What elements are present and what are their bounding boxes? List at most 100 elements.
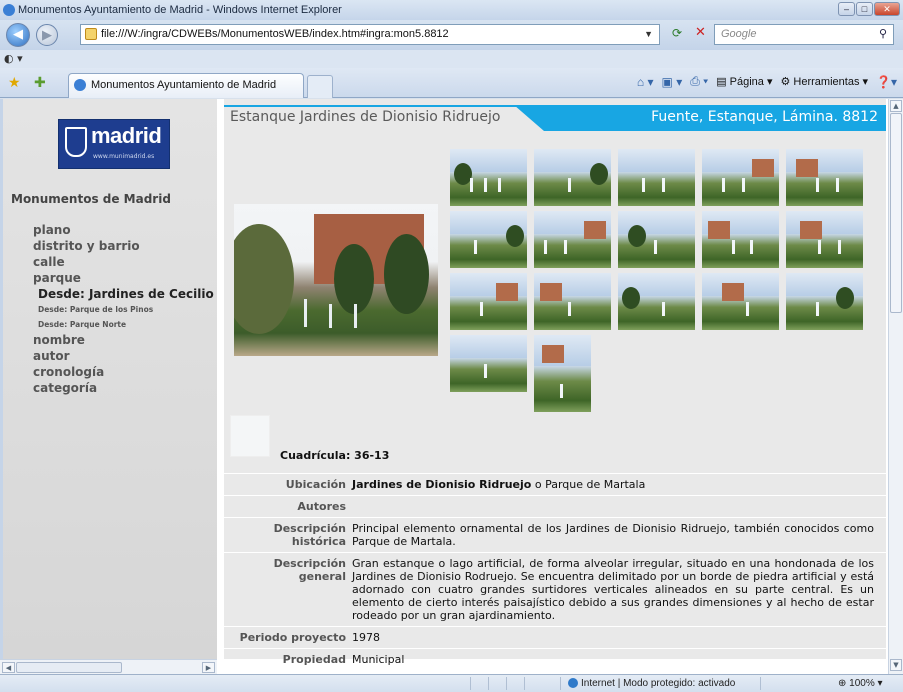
tab-bar: ★ ✚ Monumentos Ayuntamiento de Madrid ⌂ … — [0, 68, 903, 98]
tools-menu[interactable]: ⚙ Herramientas ▾ — [781, 75, 869, 88]
gallery-thumb[interactable] — [450, 273, 527, 330]
tab-monumentos[interactable]: Monumentos Ayuntamiento de Madrid — [68, 73, 304, 98]
addon-icon[interactable]: ◐ ▾ — [4, 52, 23, 65]
scroll-left-icon[interactable]: ◀ — [2, 662, 15, 673]
address-dropdown-icon[interactable]: ▼ — [644, 25, 653, 44]
window-title: Monumentos Ayuntamiento de Madrid - Wind… — [18, 4, 342, 16]
nav-item-cronologia[interactable]: cronología — [33, 364, 215, 380]
details-row-autores: Autores — [224, 495, 886, 517]
gallery-thumb[interactable] — [786, 273, 863, 330]
monument-title: Estanque Jardines de Dionisio Ridruejo — [230, 109, 501, 125]
ie-tab-icon — [74, 79, 86, 91]
scroll-thumb[interactable] — [890, 113, 902, 313]
address-text: file:///W:/ingra/CDWEBs/MonumentosWEB/in… — [101, 28, 449, 40]
addon-toolbar: ◐ ▾ — [0, 50, 903, 68]
details-row-historica: Descripción histórica Principal elemento… — [224, 517, 886, 552]
details-value: Jardines de Dionisio Ridruejo o Parque d… — [352, 478, 646, 491]
details-row-propiedad: Propiedad Municipal — [224, 648, 886, 670]
nav-item-distrito[interactable]: distrito y barrio — [33, 238, 215, 254]
cuadricula-label: Cuadrícula: 36-13 — [280, 449, 390, 462]
minimize-button[interactable]: – — [838, 2, 855, 16]
stop-icon[interactable]: ✕ — [695, 25, 706, 40]
help-icon[interactable]: ❓▾ — [876, 75, 897, 89]
scroll-up-icon[interactable]: ▲ — [890, 100, 902, 112]
nav-subitem-pinos[interactable]: Desde: Parque de los Pinos — [33, 302, 215, 317]
refresh-icon[interactable]: ⟳ — [672, 26, 682, 40]
tab-title: Monumentos Ayuntamiento de Madrid — [91, 79, 277, 91]
address-bar[interactable]: file:///W:/ingra/CDWEBs/MonumentosWEB/in… — [80, 24, 660, 45]
details-key: Descripción general — [273, 557, 346, 583]
scroll-thumb[interactable] — [16, 662, 122, 673]
sidebar: madrid www.munimadrid.es Monumentos de M… — [3, 99, 217, 659]
monument-category: Fuente, Estanque, Lámina. 8812 — [651, 109, 878, 125]
madrid-shield-icon — [65, 127, 87, 157]
details-value — [350, 496, 878, 517]
print-icon[interactable]: ⎙ ▾ — [690, 74, 708, 89]
sidebar-title: Monumentos de Madrid — [11, 192, 171, 206]
details-value: 1978 — [352, 631, 380, 644]
nav-item-nombre[interactable]: nombre — [33, 332, 215, 348]
details-key: Propiedad — [282, 653, 346, 666]
main-photo[interactable] — [234, 204, 438, 356]
forward-button[interactable]: ▶ — [36, 24, 58, 46]
details-row-general: Descripción general Gran estanque o lago… — [224, 552, 886, 626]
security-zone[interactable]: Internet | Modo protegido: activado — [568, 675, 735, 692]
feeds-icon[interactable]: ▣ ▾ — [662, 75, 683, 89]
logo-url: www.munimadrid.es — [93, 153, 155, 160]
grid-map-thumbnail[interactable] — [230, 415, 270, 457]
search-input[interactable]: Google ⚲ — [714, 24, 894, 45]
gallery-thumb[interactable] — [618, 211, 695, 268]
logo-word: madrid — [91, 123, 162, 148]
nav-item-categoria[interactable]: categoría — [33, 380, 215, 396]
details-key: Descripción histórica — [273, 522, 346, 548]
zoom-level[interactable]: ⊕ 100% ▾ — [838, 675, 883, 692]
gallery-thumb[interactable] — [534, 335, 591, 412]
gallery-thumb[interactable] — [450, 335, 527, 392]
scroll-down-icon[interactable]: ▼ — [890, 659, 902, 671]
nav-item-calle[interactable]: calle — [33, 254, 215, 270]
page-menu[interactable]: ▤ Página ▾ — [716, 75, 772, 88]
gallery-thumb[interactable] — [786, 149, 863, 206]
nav-item-plano[interactable]: plano — [33, 222, 215, 238]
gallery-thumb[interactable] — [618, 149, 695, 206]
nav-item-autor[interactable]: autor — [33, 348, 215, 364]
search-placeholder: Google — [721, 28, 757, 40]
gallery-thumb[interactable] — [702, 211, 779, 268]
nav-subitem-cecilio[interactable]: Desde: Jardines de Cecilio Rodríguez — [33, 286, 215, 302]
add-favorites-icon[interactable]: ✚ — [34, 75, 46, 91]
madrid-logo[interactable]: madrid www.munimadrid.es — [58, 119, 170, 169]
search-icon[interactable]: ⚲ — [879, 25, 887, 44]
nav-subitem-norte[interactable]: Desde: Parque Norte — [33, 317, 215, 332]
monument-content: Estanque Jardines de Dionisio Ridruejo F… — [224, 99, 886, 666]
sidebar-horizontal-scrollbar[interactable]: ◀ ▶ — [0, 659, 217, 674]
gallery-thumb[interactable] — [618, 273, 695, 330]
gallery-thumb[interactable] — [450, 149, 527, 206]
gallery-thumb[interactable] — [786, 211, 863, 268]
gallery-thumb[interactable] — [702, 149, 779, 206]
page-icon — [85, 28, 97, 40]
gallery-thumb[interactable] — [450, 211, 527, 268]
nav-item-parque[interactable]: parque — [33, 270, 215, 286]
back-button[interactable]: ◀ — [6, 23, 30, 47]
details-row-ubicacion: Ubicación Jardines de Dionisio Ridruejo … — [224, 473, 886, 495]
details-value: Municipal — [352, 653, 405, 666]
maximize-button[interactable]: □ — [856, 2, 873, 16]
gallery-thumb[interactable] — [534, 149, 611, 206]
status-bar: Internet | Modo protegido: activado ⊕ 10… — [0, 674, 903, 692]
category-banner: Fuente, Estanque, Lámina. 8812 — [514, 105, 886, 131]
home-icon[interactable]: ⌂ ▾ — [637, 75, 654, 89]
gallery-thumb[interactable] — [534, 273, 611, 330]
vertical-scrollbar[interactable]: ▲ ▼ — [888, 99, 903, 674]
gallery-thumb[interactable] — [534, 211, 611, 268]
ubicacion-link[interactable]: Jardines de Dionisio Ridruejo — [352, 478, 531, 491]
new-tab-button[interactable] — [307, 75, 333, 98]
favorites-star-icon[interactable]: ★ — [8, 75, 21, 91]
gallery-thumb[interactable] — [702, 273, 779, 330]
globe-icon — [568, 678, 578, 689]
monument-header: Estanque Jardines de Dionisio Ridruejo F… — [224, 105, 886, 131]
scroll-right-icon[interactable]: ▶ — [202, 662, 215, 673]
sidebar-nav: plano distrito y barrio calle parque Des… — [33, 222, 215, 396]
details-row-periodo: Periodo proyecto 1978 — [224, 626, 886, 648]
details-key: Ubicación — [285, 478, 346, 491]
close-button[interactable]: ✕ — [874, 2, 900, 16]
